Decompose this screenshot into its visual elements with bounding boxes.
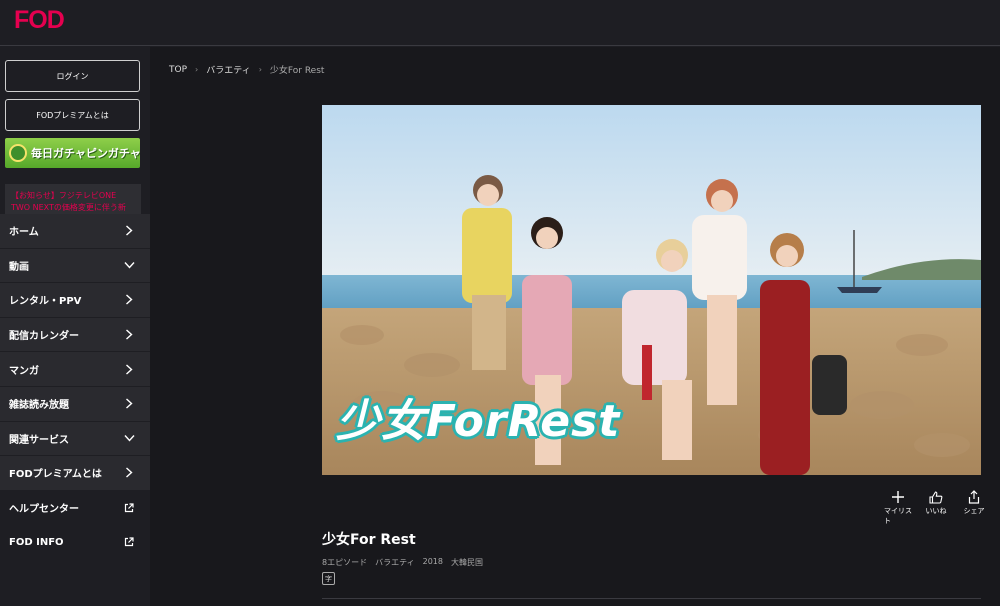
hero-image[interactable]: 少女ForRest [322, 105, 981, 475]
breadcrumb-separator-icon: › [195, 65, 199, 74]
gachapin-gacha-banner[interactable]: 毎日ガチャピンガチャ [5, 138, 140, 168]
nav-item-label: ヘルプセンター [9, 504, 79, 516]
year: 2018 [422, 557, 443, 566]
premium-about-button[interactable]: FODプレミアムとは [5, 99, 140, 131]
external-link-icon [122, 501, 136, 515]
breadcrumb-separator-icon: › [258, 65, 262, 74]
program-title: 少女For Rest [322, 532, 416, 548]
breadcrumb-category[interactable]: バラエティ [206, 63, 250, 76]
share-icon [968, 488, 980, 506]
nav-item-home[interactable]: ホーム [0, 214, 150, 249]
chevron-down-icon [122, 258, 136, 272]
nav-item-rental-ppv[interactable]: レンタル・PPV [0, 283, 150, 318]
nav-item-fod-info[interactable]: FOD INFO [0, 525, 150, 560]
nav-item-label: FOD INFO [9, 536, 64, 548]
episode-count: 8エピソード [322, 558, 368, 567]
chevron-right-icon [122, 466, 136, 480]
nav-item-help-center[interactable]: ヘルプセンター [0, 490, 150, 526]
nav-item-label: マンガ [9, 365, 39, 377]
country: 大韓民国 [450, 558, 483, 567]
chevron-right-icon [122, 224, 136, 238]
nav-item-label: 動画 [9, 261, 29, 273]
subtitle-badge: 字 [322, 572, 335, 585]
chevron-right-icon [122, 293, 136, 307]
nav-item-label: FODプレミアムとは [9, 469, 102, 481]
top-bar: FOD [0, 0, 1000, 46]
chevron-right-icon [122, 328, 136, 342]
breadcrumb-current: 少女For Rest [269, 66, 325, 76]
nav-item-magazines[interactable]: 雑誌読み放題 [0, 386, 150, 422]
nav-item-label: 雑誌読み放題 [9, 400, 69, 412]
sidebar-nav: ホーム 動画 レンタル・PPV 配信カレンダー マンガ 雑誌読み放題 関連サービ… [0, 214, 150, 560]
chevron-right-icon [122, 362, 136, 376]
fod-logo[interactable]: FOD [14, 6, 65, 35]
breadcrumb-top[interactable]: TOP [169, 65, 187, 75]
main-content: TOP › バラエティ › 少女For Rest 少女ForRest マイリスト… [150, 47, 1000, 606]
breadcrumb: TOP › バラエティ › 少女For Rest [169, 63, 325, 77]
nav-item-video[interactable]: 動画 [0, 248, 150, 284]
chevron-right-icon [122, 397, 136, 411]
nav-item-label: 関連サービス [9, 434, 69, 446]
like-label: いいね [925, 507, 947, 515]
divider [322, 598, 981, 599]
nav-item-related-services[interactable]: 関連サービス [0, 421, 150, 457]
plus-icon [891, 488, 905, 506]
nav-item-premium-about[interactable]: FODプレミアムとは [0, 456, 150, 491]
thumbs-up-icon [929, 488, 943, 506]
share-button[interactable]: シェア [960, 488, 988, 526]
nav-item-label: ホーム [9, 227, 39, 239]
banner-text: 毎日ガチャピンガチャ [31, 147, 140, 160]
nav-item-label: 配信カレンダー [9, 331, 79, 343]
action-bar: マイリスト いいね シェア [884, 488, 988, 526]
chevron-down-icon [122, 431, 136, 445]
gachapin-icon [9, 144, 27, 162]
genre[interactable]: バラエティ [375, 557, 415, 568]
nav-item-calendar[interactable]: 配信カレンダー [0, 317, 150, 353]
mylist-label: マイリスト [884, 507, 912, 525]
external-link-icon [122, 535, 136, 549]
nav-item-label: レンタル・PPV [9, 296, 82, 308]
share-label: シェア [963, 507, 985, 515]
like-button[interactable]: いいね [922, 488, 950, 526]
mylist-button[interactable]: マイリスト [884, 488, 912, 526]
hero-title-overlay: 少女ForRest [336, 396, 621, 447]
login-button[interactable]: ログイン [5, 60, 140, 92]
program-meta: 8エピソード バラエティ 2018 大韓民国 [322, 557, 483, 568]
nav-item-manga[interactable]: マンガ [0, 352, 150, 387]
